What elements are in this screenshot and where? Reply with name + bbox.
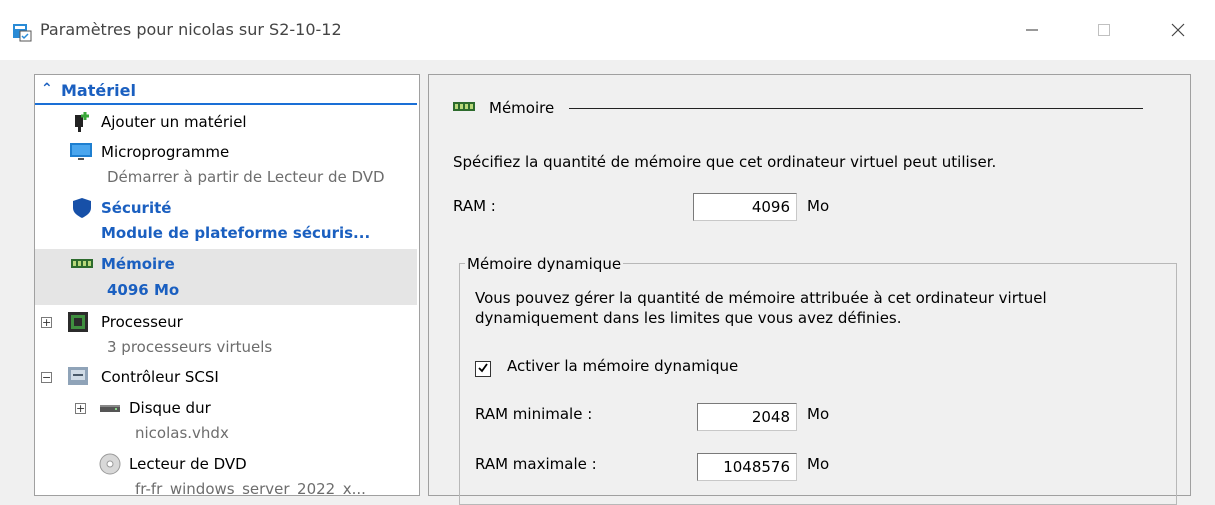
tree-item-sub: fr-fr_windows_server_2022_x... <box>135 480 366 496</box>
close-icon <box>1171 23 1185 37</box>
ram-label: RAM : <box>453 197 496 215</box>
title-bar: Paramètres pour nicolas sur S2-10-12 <box>0 0 1215 60</box>
tree-item-firmware[interactable]: Microprogramme Démarrer à partir de Lect… <box>35 137 417 189</box>
tree-item-sub: Démarrer à partir de Lecteur de DVD <box>107 168 385 186</box>
hard-disk-icon <box>99 399 121 421</box>
tree-item-processor[interactable]: + Processeur 3 processeurs virtuels <box>35 307 417 361</box>
min-ram-unit: Mo <box>807 405 830 423</box>
expand-plus-icon[interactable]: + <box>41 317 52 328</box>
tree-item-add-hardware[interactable]: Ajouter un matériel <box>35 109 417 135</box>
close-button[interactable] <box>1158 10 1198 50</box>
group-title: Mémoire <box>489 99 555 117</box>
enable-dynamic-memory-label[interactable]: Activer la mémoire dynamique <box>507 357 738 375</box>
dynamic-memory-text-line1: Vous pouvez gérer la quantité de mémoire… <box>475 289 1047 307</box>
enable-dynamic-memory-checkbox[interactable] <box>475 361 491 377</box>
max-ram-label: RAM maximale : <box>475 455 597 473</box>
tree-item-hard-disk[interactable]: + Disque dur nicolas.vhdx <box>35 393 417 447</box>
group-divider <box>569 108 1143 109</box>
ram-input[interactable] <box>693 193 797 221</box>
tree-item-label: Ajouter un matériel <box>101 113 247 131</box>
tree-item-sub: nicolas.vhdx <box>135 424 229 442</box>
checkmark-icon <box>478 363 488 373</box>
monitor-icon <box>69 141 92 163</box>
tree-item-sub: 3 processeurs virtuels <box>107 338 273 356</box>
maximize-icon <box>1098 24 1110 36</box>
scsi-icon <box>67 365 89 387</box>
tree-item-memory[interactable]: Mémoire 4096 Mo <box>35 249 417 305</box>
tree-item-label: Contrôleur SCSI <box>101 368 219 386</box>
maximize-button[interactable] <box>1084 10 1124 50</box>
tree-item-scsi-controller[interactable]: − Contrôleur SCSI <box>35 363 417 391</box>
section-label: Matériel <box>61 81 136 100</box>
dynamic-memory-text-line2: dynamiquement dans les limites que vous … <box>475 309 902 327</box>
tree-item-label: Disque dur <box>129 399 211 417</box>
processor-icon <box>67 311 89 333</box>
expand-plus-icon[interactable]: + <box>75 403 86 414</box>
memory-icon <box>71 257 93 279</box>
min-ram-label: RAM minimale : <box>475 405 593 423</box>
tree-item-security[interactable]: Sécurité Module de plateforme sécuris... <box>35 193 417 247</box>
ram-unit: Mo <box>807 197 830 215</box>
settings-window-icon <box>12 22 32 42</box>
tree-item-sub: 4096 Mo <box>107 281 180 299</box>
section-header-hardware[interactable]: ⌃ Matériel <box>35 79 417 105</box>
tree-item-dvd-drive[interactable]: Lecteur de DVD fr-fr_windows_server_2022… <box>35 449 417 496</box>
collapse-chevron-icon[interactable]: ⌃ <box>41 81 53 97</box>
tree-item-label: Sécurité <box>101 199 172 217</box>
tree-item-label: Mémoire <box>101 255 175 273</box>
memory-icon <box>453 100 475 118</box>
add-hardware-icon <box>71 111 93 133</box>
tree-item-label: Processeur <box>101 313 183 331</box>
shield-icon <box>71 197 93 219</box>
minimize-icon <box>1026 29 1038 31</box>
tree-item-label: Lecteur de DVD <box>129 455 247 473</box>
dynamic-memory-legend: Mémoire dynamique <box>465 255 624 273</box>
window-title: Paramètres pour nicolas sur S2-10-12 <box>40 20 342 39</box>
min-ram-input[interactable] <box>697 403 797 431</box>
tree-item-label: Microprogramme <box>101 143 230 161</box>
memory-description: Spécifiez la quantité de mémoire que cet… <box>453 153 997 171</box>
hardware-tree: ⌃ Matériel Ajouter un matériel Microprog… <box>34 74 420 496</box>
collapse-minus-icon[interactable]: − <box>41 372 52 383</box>
minimize-button[interactable] <box>1012 10 1052 50</box>
max-ram-input[interactable] <box>697 453 797 481</box>
dvd-icon <box>99 453 121 475</box>
memory-settings-panel: Mémoire Spécifiez la quantité de mémoire… <box>428 74 1191 505</box>
max-ram-unit: Mo <box>807 455 830 473</box>
tree-item-sub: Module de plateforme sécuris... <box>101 224 371 242</box>
